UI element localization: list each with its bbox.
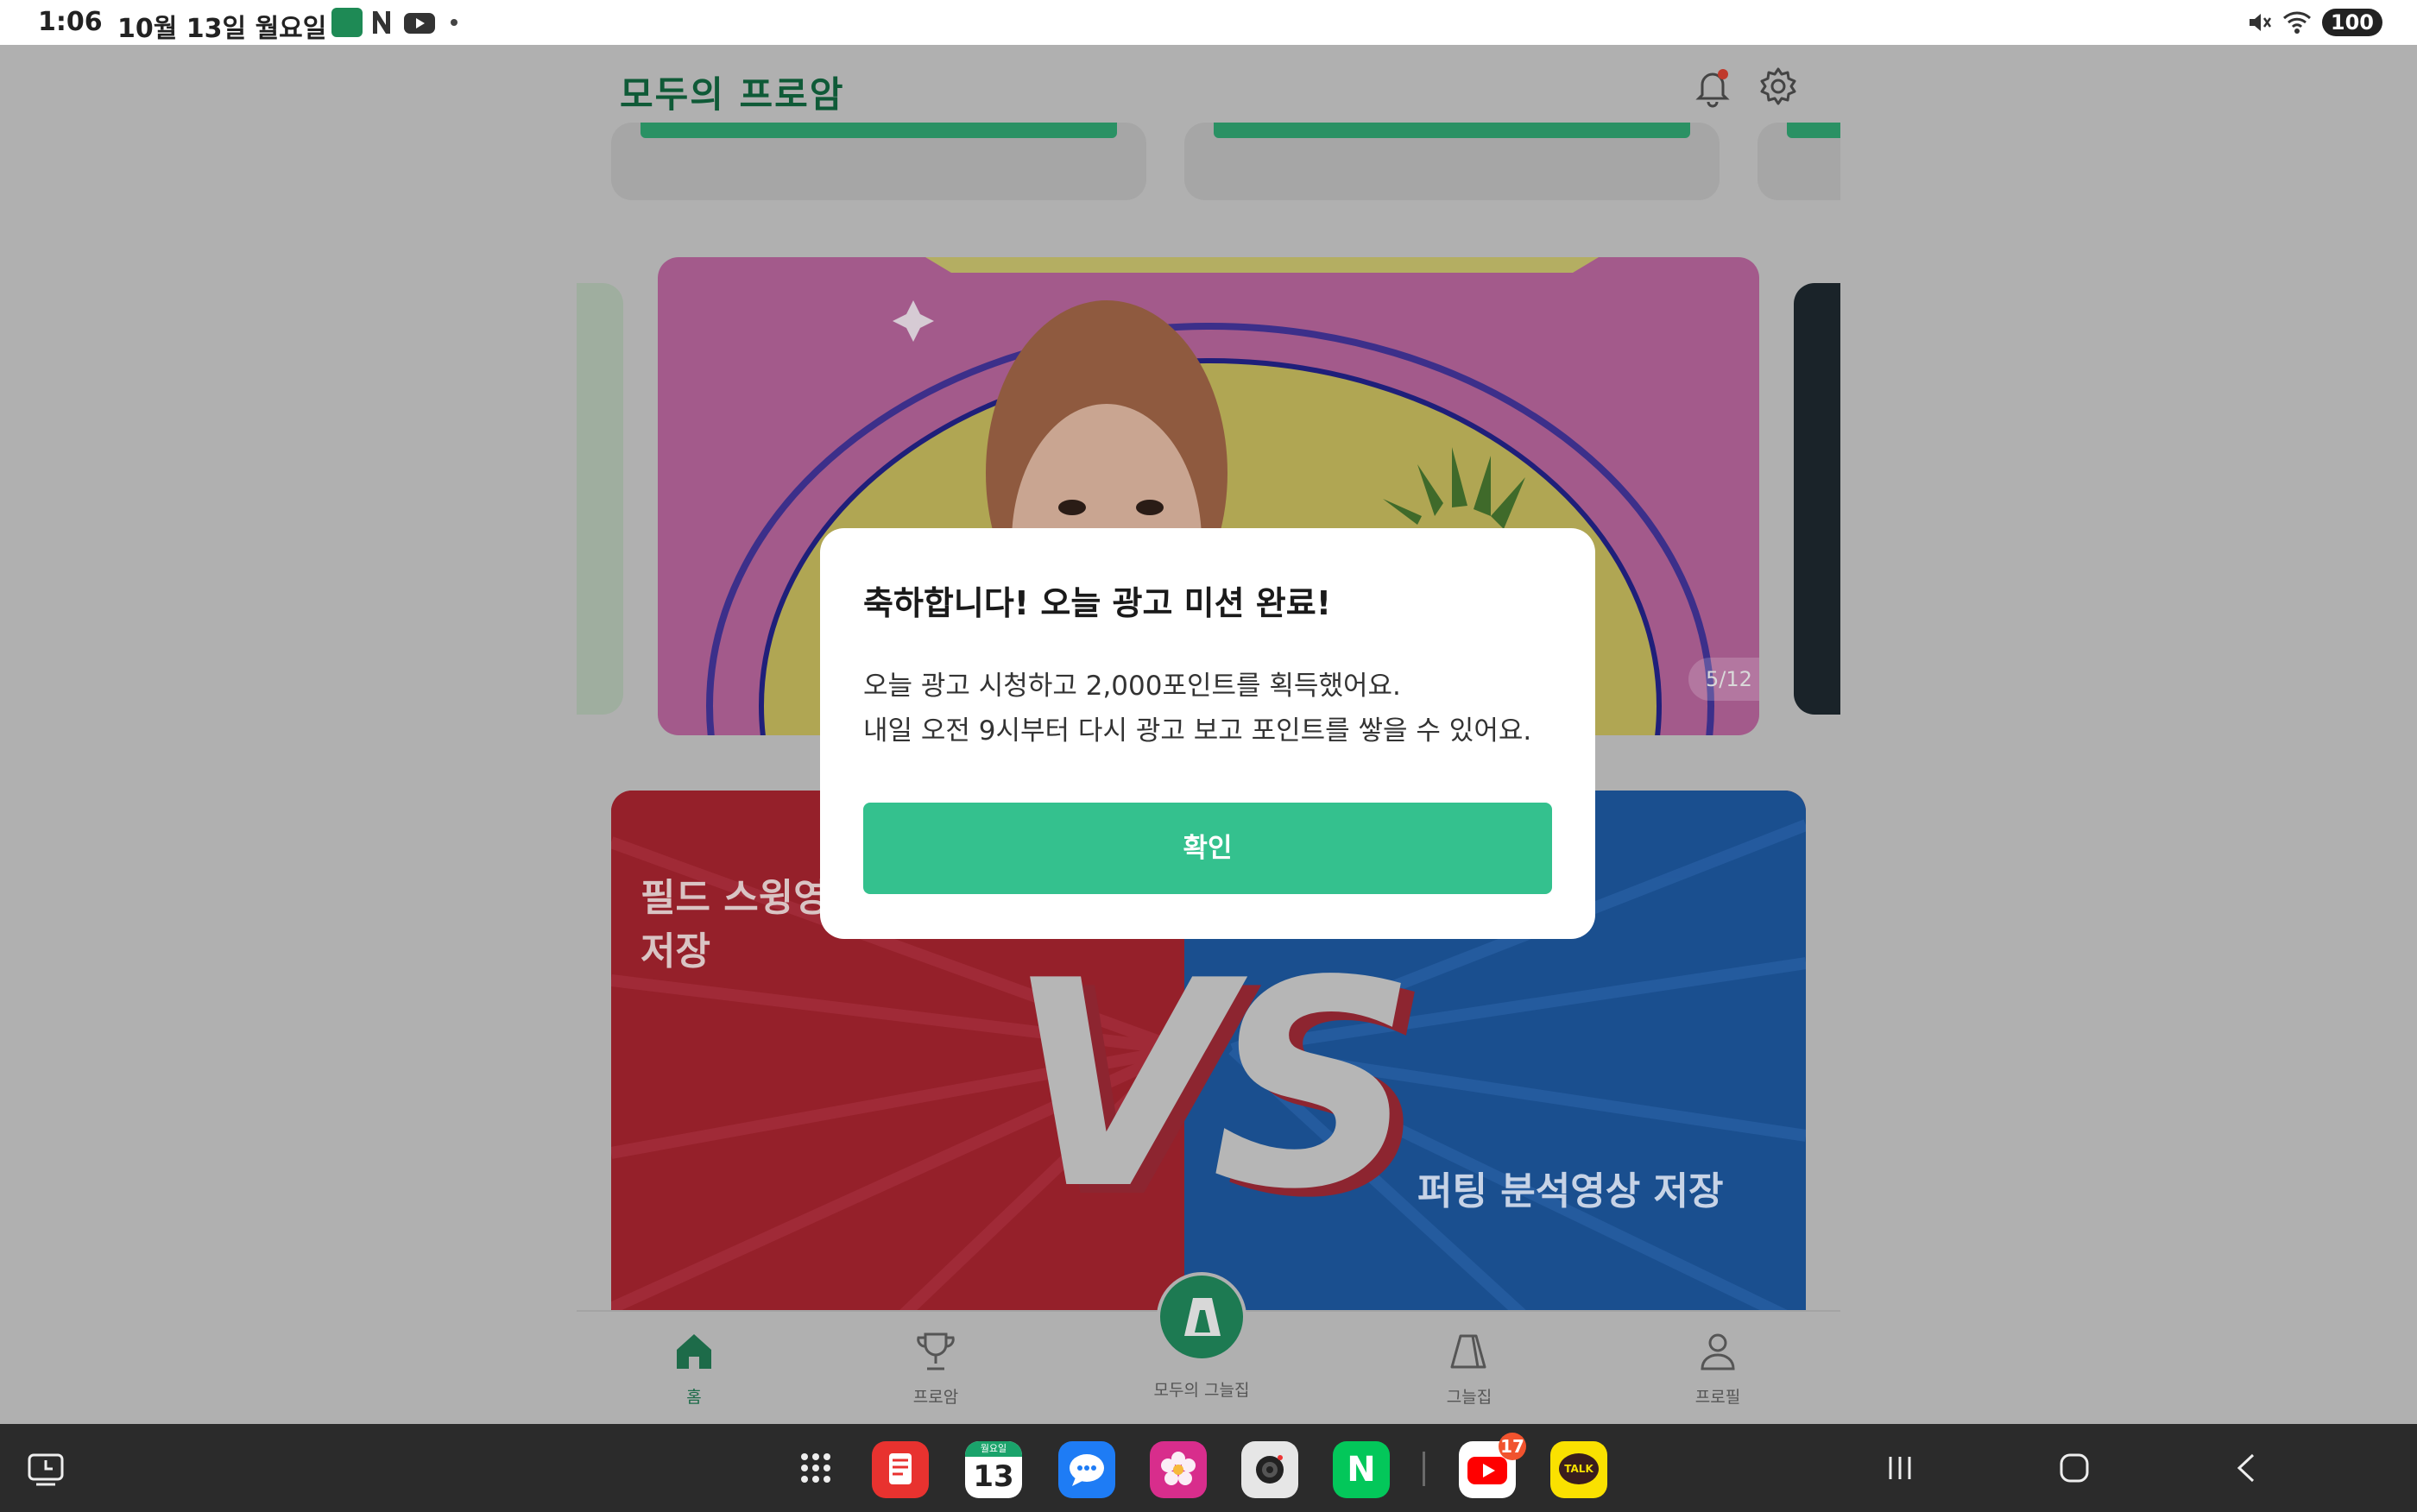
youtube-notification-badge: 17 xyxy=(1499,1433,1526,1460)
top-card-2[interactable] xyxy=(1184,123,1720,200)
kakaotalk-app-icon[interactable]: TALK xyxy=(1550,1441,1607,1498)
status-time: 1:06 xyxy=(38,7,103,37)
naver-app-label: N xyxy=(1347,1450,1376,1490)
vs-right-label: 퍼팅 분석영상 저장 xyxy=(1417,1169,1724,1213)
home-button-icon[interactable] xyxy=(2053,1446,2096,1490)
tab-home[interactable]: 홈 xyxy=(625,1329,763,1408)
app-notification-icon xyxy=(331,8,363,37)
screen-rotation-icon[interactable] xyxy=(24,1446,67,1490)
gallery-app-icon[interactable] xyxy=(1150,1441,1207,1498)
app-drawer-icon[interactable] xyxy=(794,1446,837,1490)
tab-tent[interactable]: 그늘집 xyxy=(1400,1329,1538,1408)
more-notifications-dot xyxy=(451,19,458,26)
dock-separator xyxy=(1423,1452,1425,1486)
tab-proam-label: 프로암 xyxy=(912,1388,959,1407)
battery-indicator: 100 xyxy=(2321,9,2382,36)
bell-icon[interactable] xyxy=(1690,64,1735,109)
bottom-tab-bar: 홈 프로암 모두의 그늘집 그늘집 프로필 xyxy=(577,1272,1840,1424)
youtube-notification-icon xyxy=(402,8,437,37)
kakaotalk-label: TALK xyxy=(1559,1453,1599,1484)
banner-page-indicator: 5/12 xyxy=(1688,658,1759,701)
status-right-group: 100 xyxy=(2246,5,2382,40)
gear-icon[interactable] xyxy=(1756,64,1801,109)
tab-proam[interactable]: 프로암 xyxy=(867,1329,1005,1408)
confirm-button[interactable]: 확인 xyxy=(863,803,1552,894)
top-card-3[interactable] xyxy=(1758,123,1840,200)
mute-icon xyxy=(2249,14,2271,31)
app-logo: 모두의 프로암 xyxy=(620,73,845,116)
tab-profile[interactable]: 프로필 xyxy=(1649,1329,1787,1408)
tab-profile-label: 프로필 xyxy=(1694,1388,1741,1407)
screen: 1:06 10월 13일 월요일 100 모두의 프로암 5/12 필드 스윙영… xyxy=(0,0,2417,1512)
person-icon xyxy=(1701,1333,1735,1370)
calendar-app-icon[interactable]: 월요일 13 xyxy=(965,1441,1022,1498)
home-icon xyxy=(677,1334,711,1369)
mission-complete-dialog: 축하합니다! 오늘 광고 미션 완료! 오늘 광고 시청하고 2,000포인트를… xyxy=(820,528,1595,939)
system-navigation-bar: 월요일 13 N 17 TALK xyxy=(0,1424,2417,1512)
status-date: 10월 13일 월요일 xyxy=(117,14,327,44)
calendar-date-label: 13 xyxy=(973,1459,1014,1494)
calendar-day-label: 월요일 xyxy=(965,1441,1022,1457)
tab-tent-label: 그늘집 xyxy=(1446,1388,1492,1407)
dialog-body-line-2: 내일 오전 9시부터 다시 광고 보고 포인트를 쌓을 수 있어요. xyxy=(863,715,1532,747)
naver-app-icon[interactable]: N xyxy=(1333,1441,1390,1498)
carousel-prev-card[interactable] xyxy=(577,283,623,715)
tab-shade-house-label: 모두의 그늘집 xyxy=(1153,1381,1250,1400)
shade-house-icon xyxy=(1184,1298,1221,1336)
messages-app-icon[interactable] xyxy=(1058,1441,1115,1498)
tab-home-label: 홈 xyxy=(686,1388,702,1407)
back-icon[interactable] xyxy=(2225,1446,2269,1490)
carousel-next-card[interactable] xyxy=(1794,283,1840,715)
status-bar: 1:06 10월 13일 월요일 100 xyxy=(0,0,2417,45)
trophy-icon xyxy=(917,1332,955,1370)
shade-house-fab[interactable] xyxy=(1157,1272,1246,1362)
tent-icon xyxy=(1450,1334,1486,1369)
top-card-1[interactable] xyxy=(611,123,1146,200)
notes-app-icon[interactable] xyxy=(872,1441,929,1498)
dialog-body-line-1: 오늘 광고 시청하고 2,000포인트를 획득했어요. xyxy=(863,671,1401,702)
wifi-icon xyxy=(2282,11,2311,34)
dialog-title: 축하합니다! 오늘 광고 미션 완료! xyxy=(863,584,1332,622)
camera-app-icon[interactable] xyxy=(1241,1441,1298,1498)
recent-apps-icon[interactable] xyxy=(1878,1446,1922,1490)
naver-notification-icon xyxy=(371,8,392,37)
vs-logo-text: VS xyxy=(1008,920,1417,1251)
dialog-body: 오늘 광고 시청하고 2,000포인트를 획득했어요. 내일 오전 9시부터 다… xyxy=(863,664,1552,753)
